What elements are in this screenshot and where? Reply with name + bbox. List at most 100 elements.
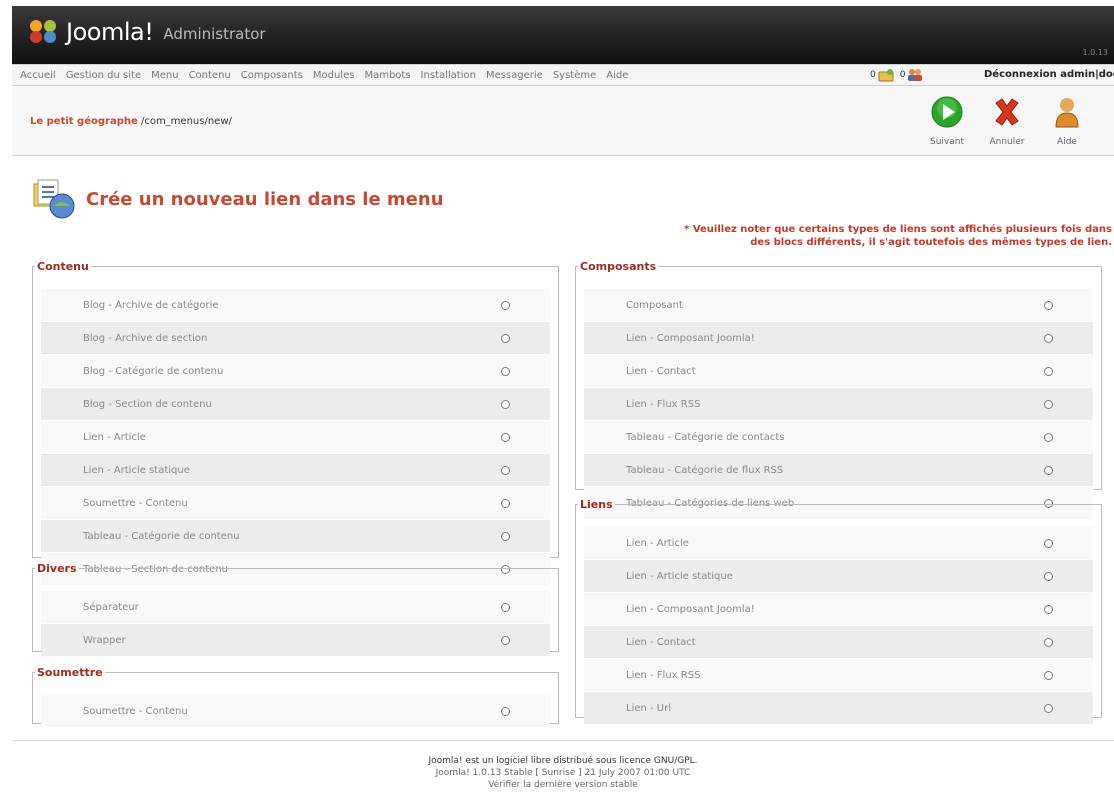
- admin-header: Joomla! Administrator 1.0.13: [12, 6, 1114, 64]
- link-type-radio[interactable]: [501, 531, 510, 541]
- link-type-label[interactable]: Soumettre - Contenu: [83, 706, 188, 717]
- link-type-radio[interactable]: [501, 366, 510, 376]
- menu-item[interactable]: Composants: [241, 70, 303, 81]
- link-type-label[interactable]: Lien - Article: [626, 538, 689, 549]
- link-type-row[interactable]: Composant: [584, 289, 1093, 322]
- menu-item[interactable]: Messagerie: [486, 70, 543, 81]
- rows-soumettre: Soumettre - Contenu: [41, 695, 550, 728]
- toolbar: Le petit géographe /com_menus/new/ Suiva…: [12, 86, 1114, 156]
- path-text: /com_menus/new/: [140, 116, 232, 127]
- link-type-row[interactable]: Soumettre - Contenu: [41, 695, 550, 728]
- link-type-row[interactable]: Lien - Contact: [584, 355, 1093, 388]
- link-type-row[interactable]: Lien - Article: [41, 421, 550, 454]
- link-type-radio[interactable]: [501, 432, 510, 442]
- link-type-radio[interactable]: [1044, 703, 1053, 713]
- link-type-row[interactable]: Lien - Article statique: [584, 560, 1093, 593]
- link-type-row[interactable]: Lien - Composant Joomla!: [584, 593, 1093, 626]
- menu-item[interactable]: Accueil: [20, 70, 56, 81]
- link-type-label[interactable]: Lien - Composant Joomla!: [626, 604, 755, 615]
- link-type-radio[interactable]: [501, 300, 510, 310]
- link-type-radio[interactable]: [501, 399, 510, 409]
- link-type-row[interactable]: Soumettre - Contenu: [41, 487, 550, 520]
- link-type-radio[interactable]: [501, 465, 510, 475]
- fieldset-contenu: Contenu Blog - Archive de catégorie Blog …: [32, 260, 559, 586]
- cancel-button[interactable]: Annuler: [982, 94, 1032, 150]
- link-type-radio[interactable]: [1044, 300, 1053, 310]
- legend-divers: Divers: [37, 562, 77, 575]
- page-header: Crée un nouveau lien dans le menu: [32, 178, 444, 220]
- messages-count: 0: [870, 70, 876, 80]
- next-button[interactable]: Suivant: [922, 94, 972, 150]
- link-type-label[interactable]: Lien - Contact: [626, 366, 696, 377]
- link-type-label[interactable]: Lien - Article: [83, 432, 146, 443]
- link-type-row[interactable]: Blog - Archive de section: [41, 322, 550, 355]
- logout-link[interactable]: Déconnexion admin|doc: [984, 69, 1114, 80]
- link-type-row[interactable]: Tableau - Catégorie de contacts: [584, 421, 1093, 454]
- link-type-label[interactable]: Lien - Article statique: [626, 571, 733, 582]
- link-type-row[interactable]: Lien - Url: [584, 692, 1093, 725]
- link-type-row[interactable]: Tableau - Catégorie de flux RSS: [584, 454, 1093, 487]
- link-type-row[interactable]: Lien - Flux RSS: [584, 388, 1093, 421]
- joomla-logo-icon: [30, 20, 60, 44]
- menu-item[interactable]: Gestion du site: [66, 70, 141, 81]
- link-type-label[interactable]: Blog - Section de contenu: [83, 399, 212, 410]
- menu-item[interactable]: Contenu: [189, 70, 231, 81]
- link-type-row[interactable]: Wrapper: [41, 624, 550, 657]
- link-type-radio[interactable]: [501, 498, 510, 508]
- link-type-label[interactable]: Lien - Article statique: [83, 465, 190, 476]
- link-type-radio[interactable]: [1044, 366, 1053, 376]
- legend-contenu: Contenu: [37, 260, 89, 273]
- link-type-radio[interactable]: [1044, 432, 1053, 442]
- link-type-radio[interactable]: [1044, 538, 1053, 548]
- link-type-row[interactable]: Blog - Archive de catégorie: [41, 289, 550, 322]
- menu-item[interactable]: Modules: [313, 70, 355, 81]
- link-type-label[interactable]: Lien - Composant Joomla!: [626, 333, 755, 344]
- link-type-radio[interactable]: [501, 706, 510, 716]
- link-type-radio[interactable]: [501, 635, 510, 645]
- link-type-row[interactable]: Blog - Catégorie de contenu: [41, 355, 550, 388]
- link-type-radio[interactable]: [1044, 571, 1053, 581]
- link-type-row[interactable]: Séparateur: [41, 591, 550, 624]
- link-type-label[interactable]: Lien - Url: [626, 703, 671, 714]
- footer-license: Joomla! est un logiciel libre distribué …: [428, 756, 698, 766]
- footer-check-version-link[interactable]: Vérifier la dernière version stable: [12, 779, 1114, 791]
- link-type-radio[interactable]: [501, 333, 510, 343]
- link-type-row[interactable]: Lien - Article statique: [41, 454, 550, 487]
- menu-item[interactable]: Menu: [151, 70, 178, 81]
- users-icon[interactable]: [907, 68, 923, 82]
- link-type-label[interactable]: Tableau - Catégorie de contacts: [626, 432, 784, 443]
- link-type-label[interactable]: Blog - Catégorie de contenu: [83, 366, 223, 377]
- menu-item[interactable]: Mambots: [364, 70, 410, 81]
- link-type-label[interactable]: Composant: [626, 300, 683, 311]
- link-type-label[interactable]: Lien - Flux RSS: [626, 670, 700, 681]
- link-type-label[interactable]: Séparateur: [83, 602, 139, 613]
- link-type-row[interactable]: Blog - Section de contenu: [41, 388, 550, 421]
- link-type-radio[interactable]: [1044, 637, 1053, 647]
- link-type-row[interactable]: Lien - Contact: [584, 626, 1093, 659]
- link-type-radio[interactable]: [1044, 399, 1053, 409]
- menu-item[interactable]: Système: [553, 70, 596, 81]
- messages-icon[interactable]: [878, 68, 894, 82]
- link-type-radio[interactable]: [1044, 670, 1053, 680]
- link-type-radio[interactable]: [501, 602, 510, 612]
- menu-item[interactable]: Aide: [606, 70, 628, 81]
- link-type-label[interactable]: Tableau - Catégorie de flux RSS: [626, 465, 783, 476]
- link-type-row[interactable]: Tableau - Catégorie de contenu: [41, 520, 550, 553]
- link-type-radio[interactable]: [1044, 604, 1053, 614]
- fieldset-liens: Liens Lien - Article Lien - Article stati…: [575, 498, 1102, 725]
- link-type-label[interactable]: Lien - Contact: [626, 637, 696, 648]
- menu-item[interactable]: Installation: [421, 70, 476, 81]
- link-type-radio[interactable]: [1044, 465, 1053, 475]
- footer-version: Joomla! 1.0.13 Stable [ Sunrise ] 21 Jul…: [435, 768, 691, 778]
- link-type-label[interactable]: Lien - Flux RSS: [626, 399, 700, 410]
- link-type-label[interactable]: Wrapper: [83, 635, 126, 646]
- link-type-label[interactable]: Blog - Archive de catégorie: [83, 300, 219, 311]
- link-type-row[interactable]: Lien - Composant Joomla!: [584, 322, 1093, 355]
- link-type-label[interactable]: Soumettre - Contenu: [83, 498, 188, 509]
- link-type-radio[interactable]: [1044, 333, 1053, 343]
- link-type-label[interactable]: Tableau - Catégorie de contenu: [83, 531, 240, 542]
- help-button[interactable]: Aide: [1042, 94, 1092, 150]
- link-type-label[interactable]: Blog - Archive de section: [83, 333, 207, 344]
- link-type-row[interactable]: Lien - Article: [584, 527, 1093, 560]
- link-type-row[interactable]: Lien - Flux RSS: [584, 659, 1093, 692]
